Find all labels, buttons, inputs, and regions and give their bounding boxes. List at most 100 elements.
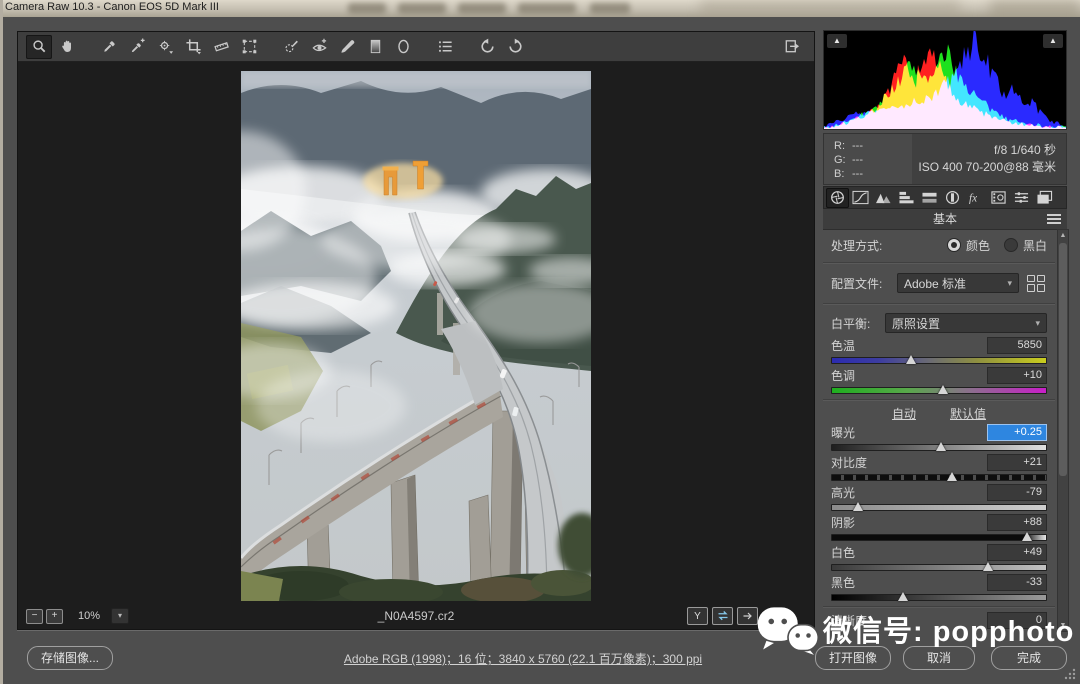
slider-value-input[interactable]: +0.25 <box>987 424 1047 441</box>
tab-split-toning[interactable] <box>918 188 941 208</box>
panel-menu-icon[interactable] <box>1047 214 1061 224</box>
scroll-up-icon[interactable]: ▲ <box>1058 230 1068 241</box>
slider-thumb[interactable] <box>853 502 863 511</box>
rotate-left-button-icon[interactable] <box>474 35 500 59</box>
toolbar <box>18 32 814 62</box>
slider-value-input[interactable]: +88 <box>987 514 1047 531</box>
shadow-clipping-icon[interactable]: ▲ <box>827 34 847 48</box>
white-balance-row: 白平衡: 原照设置▾ <box>831 309 1047 337</box>
white-balance-tool-icon[interactable] <box>96 35 122 59</box>
slider-contrast: 对比度 +21 <box>831 454 1047 481</box>
color-sampler-tool-icon[interactable] <box>124 35 150 59</box>
slider-value-input[interactable]: +10 <box>987 367 1047 384</box>
tab-camera-calibration[interactable] <box>987 188 1010 208</box>
crop-tool-icon[interactable] <box>180 35 206 59</box>
tab-detail[interactable] <box>872 188 895 208</box>
slider-track[interactable] <box>831 594 1047 601</box>
image-canvas[interactable]: − + 10% ▾ _N0A4597.cr2 Y <box>18 62 814 629</box>
slider-value-input[interactable]: -33 <box>987 574 1047 591</box>
rgb-readout: R:--- G:--- B:--- <box>824 134 912 184</box>
slider-thumb[interactable] <box>983 562 993 571</box>
slider-thumb[interactable] <box>947 472 957 481</box>
radio-icon[interactable] <box>947 238 961 252</box>
tab-snapshots[interactable] <box>1033 188 1056 208</box>
hand-tool-icon[interactable] <box>54 35 80 59</box>
auto-link[interactable]: 自动 <box>892 405 916 422</box>
preview-mode-button[interactable]: Y <box>687 607 708 625</box>
slider-label: 黑色 <box>831 574 855 591</box>
exif-line2: ISO 400 70-200@88 毫米 <box>912 159 1056 176</box>
histogram: ▲ ▲ <box>823 30 1067 130</box>
exif-readout: f/8 1/640 秒 ISO 400 70-200@88 毫米 <box>912 134 1066 184</box>
tab-presets[interactable] <box>1010 188 1033 208</box>
slider-value-input[interactable]: -79 <box>987 484 1047 501</box>
zoom-tool-icon[interactable] <box>26 35 52 59</box>
graduated-filter-tool-icon[interactable] <box>362 35 388 59</box>
slider-track[interactable] <box>831 534 1047 541</box>
workflow-options-link[interactable]: Adobe RGB (1998)；16 位；3840 x 5760 (22.1 … <box>303 650 743 667</box>
chevron-down-icon: ▾ <box>1035 318 1040 329</box>
slider-track[interactable] <box>831 444 1047 451</box>
tab-basic[interactable] <box>826 188 849 208</box>
slider-value-input[interactable]: +21 <box>987 454 1047 471</box>
default-link[interactable]: 默认值 <box>950 405 986 422</box>
red-eye-tool-icon[interactable] <box>306 35 332 59</box>
treatment-label: 处理方式: <box>831 237 882 254</box>
fullscreen-toggle-icon[interactable] <box>778 35 804 59</box>
slider-track[interactable] <box>831 564 1047 571</box>
slider-label: 色温 <box>831 337 855 354</box>
scrollbar-thumb[interactable] <box>1059 243 1067 476</box>
adjustment-brush-tool-icon[interactable] <box>334 35 360 59</box>
profile-select[interactable]: Adobe 标准▾ <box>897 273 1019 293</box>
exif-line1: f/8 1/640 秒 <box>912 142 1056 159</box>
straighten-tool-icon[interactable] <box>208 35 234 59</box>
slider-track[interactable] <box>831 504 1047 511</box>
titlebar: Camera Raw 10.3 - Canon EOS 5D Mark III <box>0 0 1080 17</box>
slider-thumb[interactable] <box>936 442 946 451</box>
spot-removal-tool-icon[interactable] <box>278 35 304 59</box>
transform-tool-icon[interactable] <box>236 35 262 59</box>
svg-text:fx: fx <box>969 193 977 205</box>
treatment-option-selected[interactable]: 颜色 <box>947 239 990 253</box>
adjustments-panel: ▲ ▲ R:--- G:--- B:--- f/8 1/640 秒 ISO 40… <box>823 30 1069 632</box>
white-balance-select[interactable]: 原照设置▾ <box>885 313 1047 333</box>
highlight-clipping-icon[interactable]: ▲ <box>1043 34 1063 48</box>
basic-panel-controls: 处理方式: 颜色黑白 配置文件: Adobe 标准▾ 白平衡: 原照设置▾ 色温… <box>823 229 1055 632</box>
slider-label: 曝光 <box>831 424 855 441</box>
slider-highlights: 高光-79 <box>831 484 1047 511</box>
before-after-swap-button[interactable] <box>712 607 733 625</box>
preferences-button-icon[interactable] <box>432 35 458 59</box>
resize-grip-icon[interactable] <box>1062 666 1078 682</box>
profile-browser-icon[interactable] <box>1027 275 1047 292</box>
camera-info: R:--- G:--- B:--- f/8 1/640 秒 ISO 400 70… <box>823 133 1067 185</box>
work-area: − + 10% ▾ _N0A4597.cr2 Y <box>17 31 815 630</box>
slider-label: 色调 <box>831 367 855 384</box>
slider-thumb[interactable] <box>938 385 948 394</box>
slider-track[interactable] <box>831 387 1047 394</box>
slider-track[interactable] <box>831 474 1047 481</box>
panel-scrollbar[interactable]: ▲ ▼ <box>1057 229 1069 632</box>
slider-thumb[interactable] <box>906 355 916 364</box>
tab-hsl-grayscale[interactable] <box>895 188 918 208</box>
slider-value-input[interactable]: 5850 <box>987 337 1047 354</box>
treatment-option-unselected[interactable]: 黑白 <box>1004 239 1047 253</box>
save-image-button[interactable]: 存储图像... <box>27 646 113 670</box>
treatment-row: 处理方式: 颜色黑白 <box>831 233 1047 257</box>
slider-temperature: 色温 5850 <box>831 337 1047 364</box>
tab-effects[interactable]: fx <box>964 188 987 208</box>
tab-lens-corrections[interactable] <box>941 188 964 208</box>
slider-value-input[interactable]: +49 <box>987 544 1047 561</box>
slider-track[interactable] <box>831 357 1047 364</box>
slider-shadows: 阴影+88 <box>831 514 1047 541</box>
profile-row: 配置文件: Adobe 标准▾ <box>831 268 1047 298</box>
slider-label: 对比度 <box>831 454 867 471</box>
photo-preview[interactable] <box>241 71 591 601</box>
radio-icon[interactable] <box>1004 238 1018 252</box>
slider-thumb[interactable] <box>898 592 908 601</box>
tab-tone-curve[interactable] <box>849 188 872 208</box>
wechat-watermark: 微信号: popphoto <box>755 602 1074 656</box>
rotate-right-button-icon[interactable] <box>502 35 528 59</box>
slider-thumb[interactable] <box>1022 532 1032 541</box>
radial-filter-tool-icon[interactable] <box>390 35 416 59</box>
targeted-adjustment-tool-icon[interactable] <box>152 35 178 59</box>
